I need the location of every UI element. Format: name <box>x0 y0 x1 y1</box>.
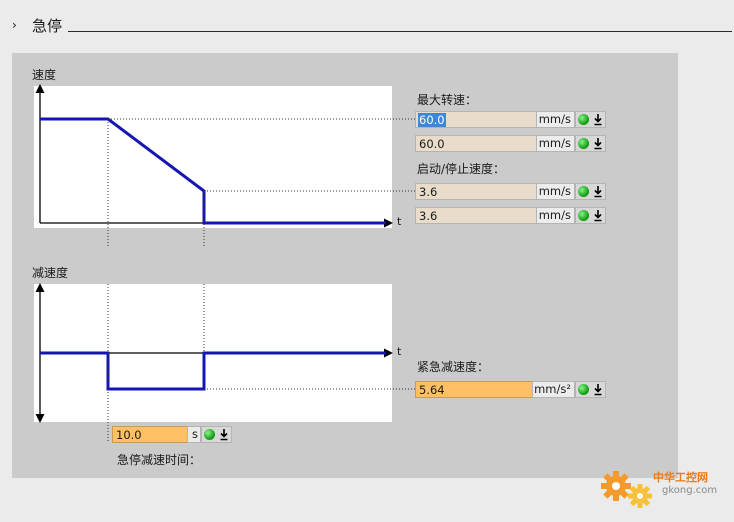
status-ok-icon <box>578 138 589 149</box>
download-icon[interactable] <box>593 137 603 150</box>
max-speed-status[interactable] <box>575 111 606 128</box>
start-stop-speed-unit: mm/s <box>536 183 575 200</box>
start-stop-speed-status[interactable] <box>575 183 606 200</box>
download-icon[interactable] <box>593 185 603 198</box>
status-ok-icon <box>204 429 215 440</box>
download-icon[interactable] <box>593 383 603 396</box>
max-speed-label: 最大转速： <box>417 93 478 107</box>
download-icon[interactable] <box>219 428 229 441</box>
status-ok-icon <box>578 210 589 221</box>
max-speed-input[interactable]: 60.0 <box>415 111 537 128</box>
max-speed-actual-status[interactable] <box>575 135 606 152</box>
emergency-decel-status[interactable] <box>575 381 606 398</box>
emergency-stop-time-input[interactable]: 10.0 <box>112 426 188 443</box>
start-stop-speed-actual-unit: mm/s <box>536 207 575 224</box>
emergency-stop-time-status[interactable] <box>201 426 232 443</box>
status-ok-icon <box>578 384 589 395</box>
max-speed-actual-unit: mm/s <box>536 135 575 152</box>
decel-curve <box>40 351 386 391</box>
emergency-decel-label: 紧急减速度： <box>417 360 490 374</box>
start-stop-speed-actual[interactable]: 3.6 <box>415 207 537 224</box>
max-speed-unit: mm/s <box>536 111 575 128</box>
watermark-text: 中华工控网 <box>653 471 708 484</box>
start-stop-speed-actual-status[interactable] <box>575 207 606 224</box>
download-icon[interactable] <box>593 209 603 222</box>
guide-lines <box>107 118 415 443</box>
start-stop-speed-input[interactable]: 3.6 <box>415 183 537 200</box>
status-ok-icon <box>578 114 589 125</box>
motion-profile-diagram <box>35 84 415 443</box>
decel-t-axis-label: t <box>397 345 402 358</box>
velocity-curve <box>40 117 386 225</box>
velocity-t-axis-label: t <box>397 215 402 228</box>
emergency-stop-time-label: 急停减速时间： <box>117 453 202 467</box>
velocity-axes <box>35 84 393 228</box>
download-icon[interactable] <box>593 113 603 126</box>
start-stop-speed-label: 启动/停止速度： <box>417 162 506 176</box>
status-ok-icon <box>578 186 589 197</box>
max-speed-actual[interactable]: 60.0 <box>415 135 537 152</box>
emergency-decel-input[interactable]: 5.64 <box>415 381 533 398</box>
emergency-decel-unit: mm/s² <box>532 381 575 398</box>
watermark-url: gkong.com <box>662 485 718 496</box>
emergency-stop-time-unit: s <box>187 426 201 443</box>
